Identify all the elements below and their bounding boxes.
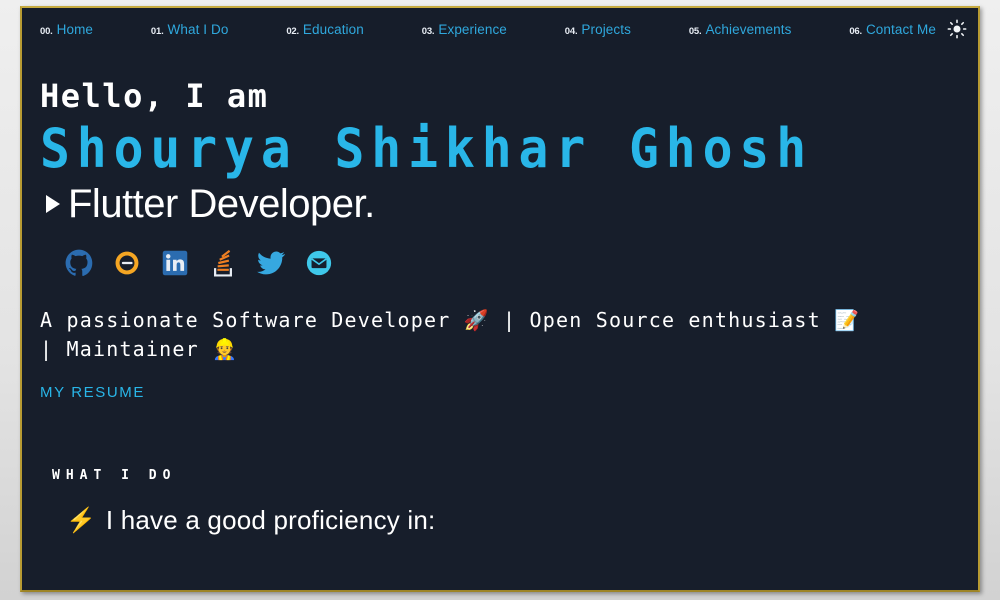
play-triangle-icon (46, 195, 60, 214)
hero-greeting: Hello, I am (40, 77, 269, 115)
nav-item-number: 02. (286, 25, 299, 37)
page-background: 00. Home 01. What I Do 02. Education 03. Experi… (0, 0, 1000, 600)
nav-item-label: Projects (581, 21, 631, 37)
social-links (62, 246, 960, 280)
nav-item-number: 00. (40, 25, 53, 37)
nav-item-education[interactable]: 02. Education (286, 22, 364, 37)
nav-item-number: 04. (564, 25, 578, 37)
nav-item-contact-me[interactable]: 06. Contact Me (849, 22, 936, 37)
nav-item-label: Experience (438, 21, 507, 37)
proficiency-text: I have a good proficiency in: (105, 505, 436, 535)
hero-description: A passionate Software Developer 🚀 | Open… (40, 308, 861, 362)
navbar: 00. Home 01. What I Do 02. Education 03. Experi… (22, 8, 978, 50)
nav-item-number: 03. (421, 25, 435, 37)
nav-item-achievements[interactable]: 05. Achievements (689, 22, 792, 37)
nav-item-label: Education (302, 21, 364, 37)
nav-item-projects[interactable]: 04. Projects (565, 22, 631, 37)
nav-item-number: 01. (150, 25, 164, 37)
lightning-bolt-icon: ⚡ (66, 506, 96, 534)
stackoverflow-icon[interactable] (206, 246, 240, 280)
twitter-icon[interactable] (254, 246, 288, 280)
hashnode-icon[interactable] (110, 246, 144, 280)
linkedin-icon[interactable] (158, 246, 192, 280)
hero-section: Hello, I am Shourya Shikhar Ghosh Flutte… (22, 50, 978, 402)
nav-item-what-i-do[interactable]: 01. What I Do (151, 22, 229, 37)
nav-items: 00. Home 01. What I Do 02. Education 03. Experi… (22, 22, 940, 37)
sun-icon (947, 19, 967, 39)
nav-item-label: Home (56, 21, 94, 37)
browser-frame: 00. Home 01. What I Do 02. Education 03. Experi… (20, 6, 980, 592)
hero-role: Flutter Developer. (68, 182, 375, 227)
proficiency-row: ⚡ I have a good proficiency in: (66, 505, 960, 536)
portfolio-site: 00. Home 01. What I Do 02. Education 03. Experi… (22, 8, 978, 590)
nav-item-experience[interactable]: 03. Experience (422, 22, 507, 37)
nav-item-label: Contact Me (865, 21, 936, 37)
hero-name: Shourya Shikhar Ghosh (40, 116, 814, 180)
github-icon[interactable] (62, 246, 96, 280)
nav-item-label: Achievements (705, 21, 792, 37)
nav-item-number: 05. (688, 25, 702, 37)
what-i-do-section: WHAT I DO ⚡ I have a good proficiency in… (22, 468, 978, 536)
nav-item-number: 06. (849, 25, 862, 37)
theme-toggle-button[interactable] (940, 12, 974, 46)
nav-item-label: What I Do (167, 21, 229, 37)
section-kicker: WHAT I DO (52, 468, 177, 483)
nav-item-home[interactable]: 00. Home (40, 22, 93, 37)
my-resume-link[interactable]: MY RESUME (40, 384, 145, 401)
hero-role-row: Flutter Developer. (46, 184, 960, 224)
email-icon[interactable] (302, 246, 336, 280)
